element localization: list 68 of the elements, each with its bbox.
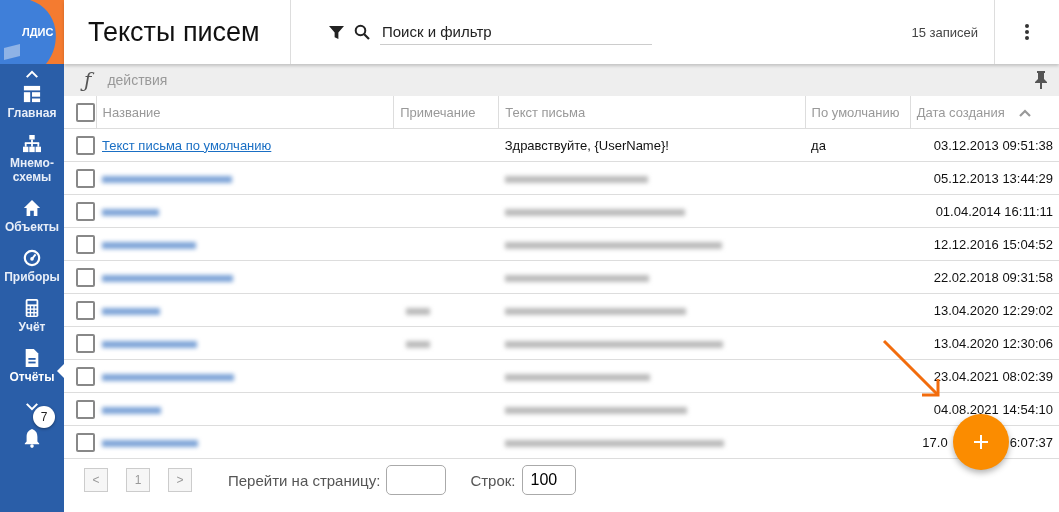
logo-icon (0, 0, 64, 64)
hierarchy-icon (23, 135, 41, 153)
goto-page-label: Перейти на страницу: (228, 471, 381, 489)
next-page-button[interactable]: > (168, 468, 192, 492)
dashboard-icon (23, 85, 41, 103)
table-cell: 01.04.2014 16:11:11 (935, 203, 1053, 219)
row-checkbox[interactable] (76, 135, 95, 155)
goto-page-field[interactable] (386, 465, 447, 495)
redacted-text (102, 406, 161, 414)
rows-per-page-field[interactable]: 100 (521, 465, 576, 495)
row-checkbox[interactable] (76, 234, 95, 254)
table-cell: 05.12.2013 13:44:29 (933, 170, 1053, 186)
record-count: 15 записей (911, 24, 978, 40)
table-cell: 23.04.2021 08:02:39 (933, 368, 1053, 384)
redacted-text (405, 307, 430, 315)
previous-page-button[interactable]: < (84, 468, 108, 492)
row-checkbox[interactable] (76, 432, 95, 452)
select-all-checkbox[interactable] (76, 102, 95, 122)
sidebar-item[interactable]: Приборы (0, 246, 64, 296)
row-checkbox[interactable] (76, 267, 95, 287)
table-cell: 17.0 (922, 434, 948, 450)
redacted-text (405, 340, 430, 348)
notification-badge: 7 (33, 406, 55, 428)
calculator-icon (23, 299, 41, 317)
row-checkbox[interactable] (76, 168, 95, 188)
menu-icon[interactable] (1025, 24, 1029, 40)
column-header[interactable]: Название (96, 96, 394, 129)
row-checkbox[interactable] (76, 366, 95, 386)
rows-label: Строк: (470, 471, 516, 489)
chevron-up-icon[interactable] (25, 70, 39, 79)
table-cell: 13.04.2020 12:29:02 (933, 302, 1053, 318)
page-button[interactable]: 1 (126, 468, 150, 492)
table-cell: Здравствуйте, {UserName}! (504, 137, 669, 153)
table-cell: 04.08.2021 14:54:10 (933, 401, 1053, 417)
column-header[interactable]: Дата создания (910, 96, 1059, 129)
search-icon[interactable] (354, 24, 370, 40)
home-icon (23, 199, 41, 217)
row-checkbox[interactable] (76, 201, 95, 221)
sidebar-item[interactable]: Мнемо- схемы (0, 132, 64, 196)
table-cell: 03.12.2013 09:51:38 (933, 137, 1053, 153)
row-checkbox[interactable] (76, 300, 95, 320)
sort-icon[interactable] (1018, 108, 1031, 117)
plus-icon (973, 434, 989, 450)
add-button[interactable] (953, 414, 1009, 470)
template-link[interactable]: Текст письма по умолчанию (102, 137, 272, 153)
sidebar-item[interactable]: Учёт (0, 296, 64, 346)
document-icon (23, 349, 41, 367)
row-checkbox[interactable] (76, 399, 95, 419)
bell-icon[interactable] (23, 428, 41, 448)
column-header[interactable]: Примечание (393, 96, 499, 129)
column-header[interactable]: Текст письма (498, 96, 806, 129)
redacted-text (102, 307, 160, 315)
table-cell: да (811, 137, 826, 153)
filter-icon[interactable] (329, 24, 344, 40)
logo-text: ЛДИС (22, 26, 54, 38)
sidebar-item[interactable]: Объекты (0, 196, 64, 246)
table-cell: 13.04.2020 12:30:06 (933, 335, 1053, 351)
gauge-icon (23, 249, 41, 267)
pin-icon[interactable] (1035, 71, 1047, 89)
table-cell: 22.02.2018 09:31:58 (933, 269, 1053, 285)
column-header[interactable]: По умолчанию (805, 96, 911, 129)
table-cell: 6:07:37 (1009, 434, 1053, 450)
sidebar-item[interactable]: Главная (0, 82, 64, 132)
chevron-down-icon[interactable] (25, 402, 39, 411)
row-checkbox[interactable] (76, 333, 95, 353)
redacted-text (102, 208, 159, 216)
sidebar-item[interactable]: Отчёты (0, 346, 64, 396)
table-cell: 12.12.2016 15:04:52 (933, 236, 1053, 252)
